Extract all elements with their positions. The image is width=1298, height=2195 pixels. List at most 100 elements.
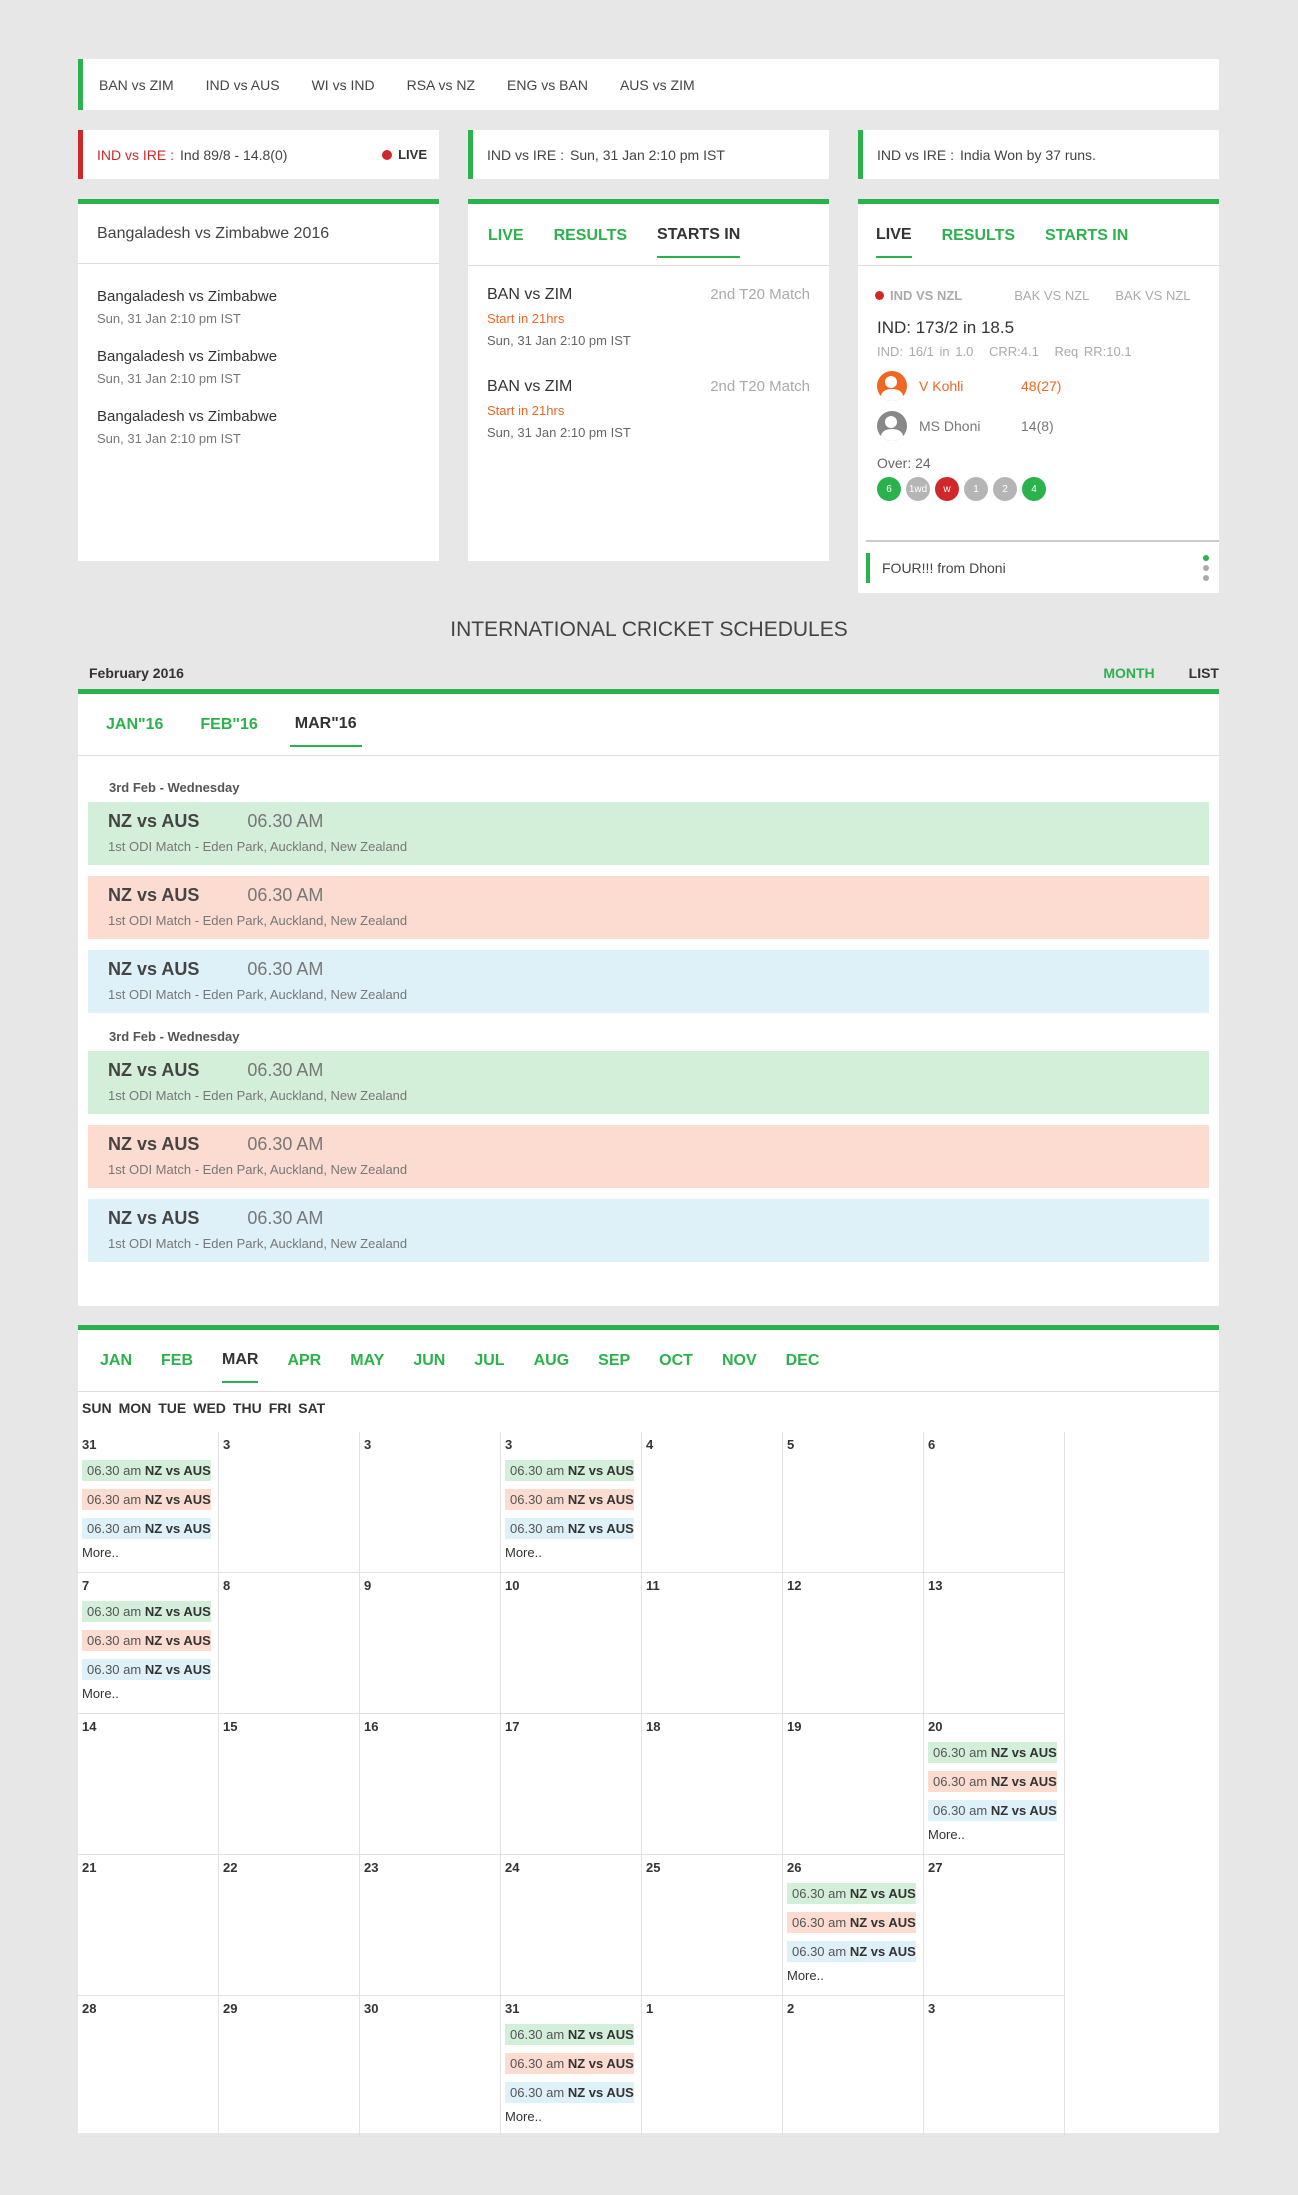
calendar-day-cell[interactable]: 16 [360, 1714, 501, 1855]
upcoming-match[interactable]: BAN vs ZIM 2nd T20 Match Start in 21hrs S… [468, 286, 829, 348]
calendar-tab-jan[interactable]: JAN [100, 1340, 132, 1382]
tab-live[interactable]: LIVE [876, 212, 912, 258]
calendar-tab-dec[interactable]: DEC [786, 1340, 820, 1382]
more-link[interactable]: More.. [505, 2109, 641, 2124]
calendar-day-cell[interactable]: 23 [360, 1855, 501, 1996]
calendar-event[interactable]: 06.30 am NZ vs AUS [787, 1883, 916, 1904]
calendar-event[interactable]: 06.30 am NZ vs AUS [505, 2024, 634, 2045]
calendar-day-cell[interactable]: 9 [360, 1573, 501, 1714]
calendar-event[interactable]: 06.30 am NZ vs AUS [505, 1489, 634, 1510]
match-tab[interactable]: RSA vs NZ [407, 77, 475, 93]
calendar-day-cell[interactable]: 24 [501, 1855, 642, 1996]
calendar-day-cell[interactable]: 5 [783, 1432, 924, 1573]
calendar-event[interactable]: 06.30 am NZ vs AUS [928, 1771, 1057, 1792]
calendar-day-cell[interactable]: 28 [78, 1996, 219, 2137]
calendar-tab-apr[interactable]: APR [287, 1340, 321, 1382]
calendar-day-cell[interactable]: 31 06.30 am NZ vs AUS 06.30 am NZ vs AUS 06… [78, 1432, 219, 1573]
calendar-day-cell[interactable]: 4 [642, 1432, 783, 1573]
calendar-day-cell[interactable]: 31 06.30 am NZ vs AUS 06.30 am NZ vs AUS 06… [501, 1996, 642, 2137]
calendar-day-cell[interactable]: 14 [78, 1714, 219, 1855]
calendar-event[interactable]: 06.30 am NZ vs AUS [787, 1941, 916, 1962]
calendar-day-cell[interactable]: 22 [219, 1855, 360, 1996]
calendar-day-cell[interactable]: 18 [642, 1714, 783, 1855]
tab-starts-in[interactable]: STARTS IN [657, 212, 741, 258]
calendar-day-cell[interactable]: 26 06.30 am NZ vs AUS 06.30 am NZ vs AUS 06… [783, 1855, 924, 1996]
calendar-day-cell[interactable]: 7 06.30 am NZ vs AUS 06.30 am NZ vs AUS 06.… [78, 1573, 219, 1714]
calendar-tab-feb[interactable]: FEB [161, 1340, 193, 1382]
calendar-day-cell[interactable]: 19 [783, 1714, 924, 1855]
calendar-event[interactable]: 06.30 am NZ vs AUS [505, 2082, 634, 2103]
calendar-event[interactable]: 06.30 am NZ vs AUS [928, 1800, 1057, 1821]
calendar-tab-mar[interactable]: MAR [222, 1339, 259, 1383]
series-match-item[interactable]: Bangaladesh vs Zimbabwe Sun, 31 Jan 2:10… [78, 348, 439, 386]
live-match-tab[interactable]: BAK VS NZL [1014, 288, 1089, 303]
calendar-event[interactable]: 06.30 am NZ vs AUS [82, 1659, 211, 1680]
carousel-dot-icon[interactable] [1203, 574, 1209, 581]
tab-results[interactable]: RESULTS [554, 213, 627, 257]
calendar-event[interactable]: 06.30 am NZ vs AUS [505, 2053, 634, 2074]
more-link[interactable]: More.. [505, 1545, 641, 1560]
calendar-day-cell[interactable]: 10 [501, 1573, 642, 1714]
calendar-event[interactable]: 06.30 am NZ vs AUS [82, 1630, 211, 1651]
schedule-event[interactable]: NZ vs AUS 06.30 AM 1st ODI Match - Eden Pa… [88, 802, 1209, 865]
match-tab[interactable]: IND vs AUS [206, 77, 280, 93]
carousel-dots[interactable] [1203, 553, 1209, 583]
tab-feb16[interactable]: FEB"16 [195, 704, 262, 746]
calendar-day-cell[interactable]: 2 [783, 1996, 924, 2137]
calendar-day-cell[interactable]: 12 [783, 1573, 924, 1714]
tab-live[interactable]: LIVE [488, 213, 524, 257]
result-ticker[interactable]: IND vs IRE : India Won by 37 runs. [858, 130, 1219, 179]
schedule-event[interactable]: NZ vs AUS 06.30 AM 1st ODI Match - Eden Pa… [88, 1051, 1209, 1114]
list-view-button[interactable]: LIST [1189, 665, 1219, 681]
calendar-day-cell[interactable]: 3 [360, 1432, 501, 1573]
schedule-event[interactable]: NZ vs AUS 06.30 AM 1st ODI Match - Eden Pa… [88, 1199, 1209, 1262]
schedule-event[interactable]: NZ vs AUS 06.30 AM 1st ODI Match - Eden Pa… [88, 1125, 1209, 1188]
upcoming-match[interactable]: BAN vs ZIM 2nd T20 Match Start in 21hrs S… [468, 378, 829, 440]
live-match-tab[interactable]: IND VS NZL [875, 288, 988, 303]
calendar-day-cell[interactable]: 11 [642, 1573, 783, 1714]
calendar-day-cell[interactable]: 1 [642, 1996, 783, 2137]
calendar-day-cell[interactable]: 3 06.30 am NZ vs AUS 06.30 am NZ vs AUS 06.… [501, 1432, 642, 1573]
carousel-dot-icon[interactable] [1203, 564, 1209, 571]
calendar-day-cell[interactable]: 20 06.30 am NZ vs AUS 06.30 am NZ vs AUS 06… [924, 1714, 1065, 1855]
calendar-day-cell[interactable]: 27 [924, 1855, 1065, 1996]
calendar-tab-oct[interactable]: OCT [659, 1340, 693, 1382]
calendar-tab-may[interactable]: MAY [350, 1340, 384, 1382]
schedule-event[interactable]: NZ vs AUS 06.30 AM 1st ODI Match - Eden Pa… [88, 950, 1209, 1013]
calendar-tab-aug[interactable]: AUG [534, 1340, 570, 1382]
month-view-button[interactable]: MONTH [1103, 665, 1154, 681]
tab-starts-in[interactable]: STARTS IN [1045, 213, 1128, 257]
calendar-event[interactable]: 06.30 am NZ vs AUS [505, 1518, 634, 1539]
calendar-day-cell[interactable]: 8 [219, 1573, 360, 1714]
live-ticker[interactable]: IND vs IRE : Ind 89/8 - 14.8(0) LIVE [78, 130, 439, 179]
calendar-tab-jun[interactable]: JUN [413, 1340, 445, 1382]
calendar-day-cell[interactable]: 6 [924, 1432, 1065, 1573]
calendar-tab-jul[interactable]: JUL [474, 1340, 504, 1382]
calendar-event[interactable]: 06.30 am NZ vs AUS [82, 1601, 211, 1622]
carousel-dot-icon[interactable] [1203, 554, 1209, 561]
calendar-event[interactable]: 06.30 am NZ vs AUS [82, 1489, 211, 1510]
tab-jan16[interactable]: JAN"16 [101, 704, 168, 746]
more-link[interactable]: More.. [787, 1968, 923, 1983]
tab-results[interactable]: RESULTS [942, 213, 1015, 257]
match-tab[interactable]: WI vs IND [312, 77, 375, 93]
match-tab[interactable]: ENG vs BAN [507, 77, 588, 93]
calendar-event[interactable]: 06.30 am NZ vs AUS [82, 1518, 211, 1539]
calendar-day-cell[interactable]: 29 [219, 1996, 360, 2137]
series-match-item[interactable]: Bangaladesh vs Zimbabwe Sun, 31 Jan 2:10… [78, 288, 439, 326]
more-link[interactable]: More.. [928, 1827, 1064, 1842]
live-match-tab[interactable]: BAK VS NZL [1115, 288, 1190, 303]
calendar-day-cell[interactable]: 13 [924, 1573, 1065, 1714]
match-tab[interactable]: AUS vs ZIM [620, 77, 695, 93]
schedule-event[interactable]: NZ vs AUS 06.30 AM 1st ODI Match - Eden Pa… [88, 876, 1209, 939]
calendar-event[interactable]: 06.30 am NZ vs AUS [928, 1742, 1057, 1763]
calendar-day-cell[interactable]: 30 [360, 1996, 501, 2137]
calendar-tab-sep[interactable]: SEP [598, 1340, 630, 1382]
more-link[interactable]: More.. [82, 1545, 218, 1560]
calendar-event[interactable]: 06.30 am NZ vs AUS [505, 1460, 634, 1481]
calendar-day-cell[interactable]: 3 [219, 1432, 360, 1573]
more-link[interactable]: More.. [82, 1686, 218, 1701]
calendar-event[interactable]: 06.30 am NZ vs AUS [82, 1460, 211, 1481]
upcoming-ticker[interactable]: IND vs IRE : Sun, 31 Jan 2:10 pm IST [468, 130, 829, 179]
calendar-tab-nov[interactable]: NOV [722, 1340, 757, 1382]
